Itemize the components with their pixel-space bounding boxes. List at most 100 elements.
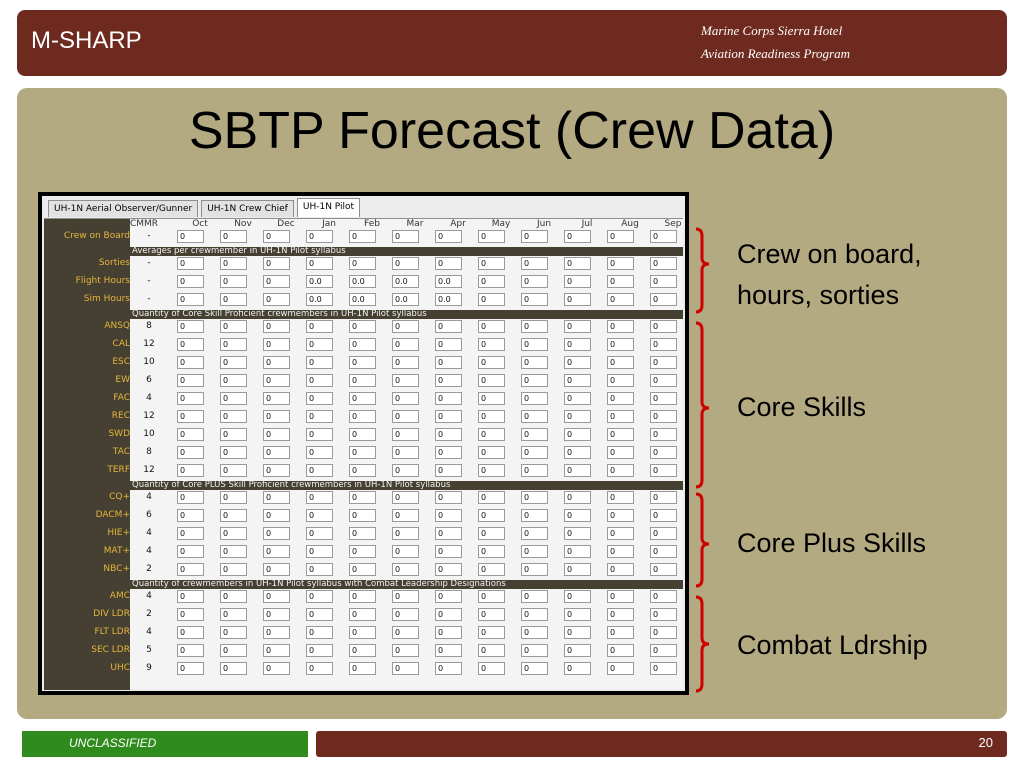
forecast-input-may[interactable]: 0 [478, 527, 505, 540]
forecast-input-feb[interactable]: 0 [349, 257, 376, 270]
forecast-input-feb[interactable]: 0 [349, 446, 376, 459]
forecast-input-oct[interactable]: 0 [177, 626, 204, 639]
forecast-input-jun[interactable]: 0 [521, 545, 548, 558]
forecast-input-jan[interactable]: 0 [306, 356, 333, 369]
forecast-input-oct[interactable]: 0 [177, 527, 204, 540]
forecast-input-mar[interactable]: 0.0 [392, 293, 419, 306]
forecast-input-apr[interactable]: 0 [435, 491, 462, 504]
forecast-input-jun[interactable]: 0 [521, 464, 548, 477]
forecast-input-jun[interactable]: 0 [521, 374, 548, 387]
forecast-input-nov[interactable]: 0 [220, 446, 247, 459]
forecast-input-aug[interactable]: 0 [607, 230, 634, 243]
forecast-input-mar[interactable]: 0 [392, 338, 419, 351]
forecast-input-oct[interactable]: 0 [177, 608, 204, 621]
forecast-input-mar[interactable]: 0 [392, 491, 419, 504]
forecast-input-jun[interactable]: 0 [521, 356, 548, 369]
forecast-input-dec[interactable]: 0 [263, 509, 290, 522]
forecast-input-dec[interactable]: 0 [263, 491, 290, 504]
forecast-input-may[interactable]: 0 [478, 320, 505, 333]
forecast-input-may[interactable]: 0 [478, 230, 505, 243]
forecast-input-feb[interactable]: 0 [349, 374, 376, 387]
forecast-input-mar[interactable]: 0 [392, 590, 419, 603]
forecast-input-mar[interactable]: 0 [392, 608, 419, 621]
forecast-input-jun[interactable]: 0 [521, 527, 548, 540]
forecast-input-dec[interactable]: 0 [263, 320, 290, 333]
forecast-input-jan[interactable]: 0 [306, 644, 333, 657]
forecast-input-jul[interactable]: 0 [564, 392, 591, 405]
forecast-input-jun[interactable]: 0 [521, 230, 548, 243]
forecast-input-jan[interactable]: 0 [306, 257, 333, 270]
forecast-input-aug[interactable]: 0 [607, 509, 634, 522]
forecast-input-aug[interactable]: 0 [607, 527, 634, 540]
forecast-input-dec[interactable]: 0 [263, 545, 290, 558]
forecast-input-jan[interactable]: 0 [306, 608, 333, 621]
forecast-input-jan[interactable]: 0 [306, 662, 333, 675]
forecast-input-jun[interactable]: 0 [521, 320, 548, 333]
forecast-input-mar[interactable]: 0 [392, 374, 419, 387]
forecast-input-jan[interactable]: 0.0 [306, 275, 333, 288]
forecast-input-nov[interactable]: 0 [220, 275, 247, 288]
forecast-input-aug[interactable]: 0 [607, 662, 634, 675]
forecast-input-aug[interactable]: 0 [607, 257, 634, 270]
forecast-input-aug[interactable]: 0 [607, 545, 634, 558]
forecast-input-sep[interactable]: 0 [650, 392, 677, 405]
forecast-input-oct[interactable]: 0 [177, 590, 204, 603]
forecast-input-oct[interactable]: 0 [177, 491, 204, 504]
forecast-input-apr[interactable]: 0 [435, 338, 462, 351]
forecast-input-apr[interactable]: 0 [435, 563, 462, 576]
forecast-input-feb[interactable]: 0 [349, 590, 376, 603]
forecast-input-sep[interactable]: 0 [650, 491, 677, 504]
forecast-input-may[interactable]: 0 [478, 509, 505, 522]
forecast-input-jan[interactable]: 0 [306, 428, 333, 441]
forecast-input-sep[interactable]: 0 [650, 293, 677, 306]
forecast-input-oct[interactable]: 0 [177, 275, 204, 288]
forecast-input-apr[interactable]: 0 [435, 320, 462, 333]
forecast-input-jan[interactable]: 0 [306, 509, 333, 522]
forecast-input-may[interactable]: 0 [478, 428, 505, 441]
forecast-input-mar[interactable]: 0 [392, 527, 419, 540]
forecast-input-jul[interactable]: 0 [564, 446, 591, 459]
forecast-input-may[interactable]: 0 [478, 662, 505, 675]
forecast-input-jan[interactable]: 0 [306, 446, 333, 459]
forecast-input-nov[interactable]: 0 [220, 644, 247, 657]
forecast-input-sep[interactable]: 0 [650, 356, 677, 369]
forecast-input-oct[interactable]: 0 [177, 356, 204, 369]
forecast-input-oct[interactable]: 0 [177, 320, 204, 333]
forecast-input-apr[interactable]: 0.0 [435, 293, 462, 306]
forecast-input-dec[interactable]: 0 [263, 428, 290, 441]
forecast-input-nov[interactable]: 0 [220, 356, 247, 369]
forecast-input-apr[interactable]: 0 [435, 527, 462, 540]
forecast-input-apr[interactable]: 0 [435, 230, 462, 243]
forecast-input-nov[interactable]: 0 [220, 527, 247, 540]
forecast-input-mar[interactable]: 0 [392, 320, 419, 333]
forecast-input-jan[interactable]: 0 [306, 374, 333, 387]
forecast-input-nov[interactable]: 0 [220, 392, 247, 405]
forecast-input-nov[interactable]: 0 [220, 428, 247, 441]
forecast-input-jan[interactable]: 0 [306, 230, 333, 243]
forecast-input-jun[interactable]: 0 [521, 509, 548, 522]
forecast-input-feb[interactable]: 0 [349, 662, 376, 675]
forecast-input-aug[interactable]: 0 [607, 590, 634, 603]
forecast-input-apr[interactable]: 0 [435, 464, 462, 477]
forecast-input-mar[interactable]: 0 [392, 410, 419, 423]
forecast-input-sep[interactable]: 0 [650, 563, 677, 576]
forecast-input-jan[interactable]: 0 [306, 392, 333, 405]
forecast-input-oct[interactable]: 0 [177, 374, 204, 387]
forecast-input-feb[interactable]: 0 [349, 356, 376, 369]
forecast-input-may[interactable]: 0 [478, 257, 505, 270]
forecast-input-sep[interactable]: 0 [650, 446, 677, 459]
forecast-input-nov[interactable]: 0 [220, 410, 247, 423]
forecast-input-sep[interactable]: 0 [650, 644, 677, 657]
forecast-input-aug[interactable]: 0 [607, 392, 634, 405]
forecast-input-may[interactable]: 0 [478, 356, 505, 369]
forecast-input-apr[interactable]: 0 [435, 509, 462, 522]
forecast-input-feb[interactable]: 0 [349, 563, 376, 576]
forecast-input-feb[interactable]: 0 [349, 410, 376, 423]
forecast-input-oct[interactable]: 0 [177, 644, 204, 657]
forecast-input-nov[interactable]: 0 [220, 320, 247, 333]
forecast-input-dec[interactable]: 0 [263, 293, 290, 306]
forecast-input-sep[interactable]: 0 [650, 230, 677, 243]
forecast-input-mar[interactable]: 0 [392, 356, 419, 369]
forecast-input-nov[interactable]: 0 [220, 509, 247, 522]
forecast-input-jan[interactable]: 0 [306, 464, 333, 477]
